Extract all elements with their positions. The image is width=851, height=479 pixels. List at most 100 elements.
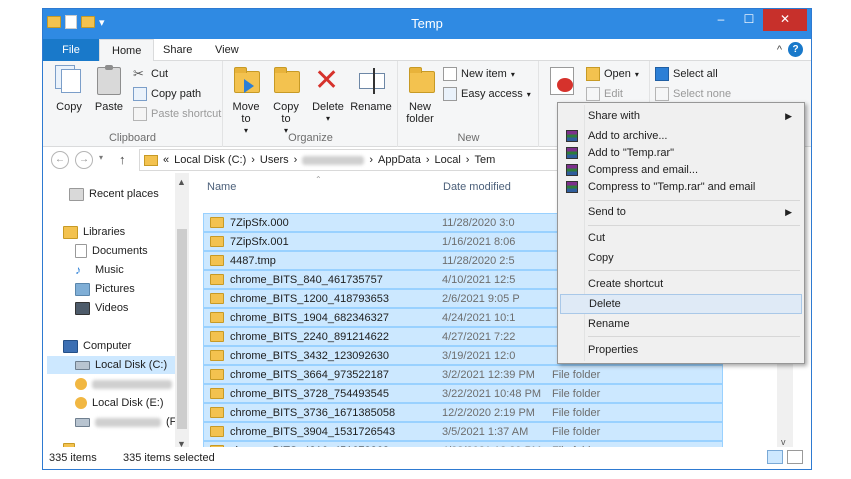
winrar-icon bbox=[566, 130, 578, 142]
new-item-icon bbox=[443, 67, 457, 81]
nav-item-network-drive-blurred[interactable] bbox=[75, 375, 172, 393]
rename-button[interactable]: Rename bbox=[350, 65, 392, 113]
menu-item-label: Send to bbox=[588, 206, 626, 218]
tab-home[interactable]: Home bbox=[99, 39, 155, 62]
copy-path-button[interactable]: Copy path bbox=[133, 87, 201, 101]
nav-item-local-disk-e[interactable]: Local Disk (E:) bbox=[75, 394, 164, 412]
libraries-icon bbox=[63, 225, 78, 239]
file-name: 7ZipSfx.000 bbox=[230, 216, 289, 229]
menu-item-send-to[interactable]: Send to ▶ bbox=[560, 202, 802, 222]
breadcrumb-local-disk[interactable]: Local Disk (C:) bbox=[174, 154, 246, 166]
tab-file[interactable]: File bbox=[43, 39, 99, 61]
menu-item-delete[interactable]: Delete bbox=[560, 294, 802, 314]
new-folder-button[interactable]: New folder bbox=[403, 65, 439, 125]
menu-item-label: Compress to "Temp.rar" and email bbox=[588, 181, 756, 193]
scroll-down-icon[interactable]: v bbox=[781, 437, 786, 447]
maximize-button[interactable]: ☐ bbox=[735, 9, 763, 31]
breadcrumb-separator[interactable]: › bbox=[466, 154, 470, 166]
navigation-pane: Recent places Libraries Documents ♪ Musi… bbox=[43, 173, 189, 449]
breadcrumb-appdata[interactable]: AppData bbox=[378, 154, 421, 166]
clipboard-group-label: Clipboard bbox=[108, 132, 157, 144]
copy-button[interactable]: Copy bbox=[51, 65, 87, 113]
nav-item-music[interactable]: ♪ Music bbox=[75, 261, 124, 279]
details-view-icon[interactable] bbox=[767, 450, 783, 464]
menu-item-compress-to-temp-rar-and-email[interactable]: Compress to "Temp.rar" and email bbox=[560, 177, 802, 197]
nav-pane-scrollbar[interactable]: ▲ ▼ bbox=[175, 173, 189, 449]
new-item-button[interactable]: New item ▾ bbox=[443, 67, 515, 81]
close-button[interactable]: ✕ bbox=[763, 9, 807, 31]
file-date-modified: 3/2/2021 12:39 PM bbox=[442, 368, 535, 381]
breadcrumb-separator[interactable]: › bbox=[369, 154, 373, 166]
paste-label: Paste bbox=[94, 101, 124, 113]
copy-to-button[interactable]: Copy to ▾ bbox=[268, 65, 304, 137]
tab-share[interactable]: Share bbox=[151, 39, 204, 61]
menu-item-rename[interactable]: Rename bbox=[560, 314, 802, 334]
breadcrumb-separator[interactable]: › bbox=[251, 154, 255, 166]
delete-dropdown-icon: ▾ bbox=[325, 114, 330, 123]
nav-scroll-thumb[interactable] bbox=[177, 229, 187, 429]
paste-button[interactable]: Paste bbox=[91, 65, 127, 113]
menu-separator bbox=[588, 225, 800, 226]
open-button[interactable]: Open ▾ bbox=[586, 67, 639, 81]
nav-item-recent-places[interactable]: Recent places bbox=[69, 185, 159, 203]
breadcrumb-username-blurred[interactable] bbox=[302, 155, 365, 165]
menu-item-cut[interactable]: Cut bbox=[560, 228, 802, 248]
select-all-button[interactable]: Select all bbox=[655, 67, 718, 81]
menu-item-label: Copy bbox=[588, 252, 614, 264]
tab-view[interactable]: View bbox=[203, 39, 251, 61]
scroll-up-icon[interactable]: ▲ bbox=[177, 177, 186, 187]
column-header-date-modified[interactable]: Date modified bbox=[443, 181, 511, 193]
copy-label: Copy bbox=[56, 101, 82, 113]
paste-shortcut-button[interactable]: Paste shortcut bbox=[133, 107, 221, 121]
breadcrumb-temp[interactable]: Tem bbox=[474, 154, 495, 166]
properties-button[interactable] bbox=[544, 65, 580, 101]
nav-item-local-disk-c[interactable]: Local Disk (C:) bbox=[47, 356, 175, 374]
recent-locations-dropdown-icon[interactable]: ▾ bbox=[99, 153, 103, 162]
column-header-name[interactable]: Name bbox=[207, 181, 236, 193]
menu-item-properties[interactable]: Properties bbox=[560, 340, 802, 360]
file-name: 4487.tmp bbox=[230, 254, 276, 267]
easy-access-button[interactable]: Easy access ▾ bbox=[443, 87, 531, 101]
nav-item-videos[interactable]: Videos bbox=[75, 299, 128, 317]
nav-item-libraries[interactable]: Libraries bbox=[63, 223, 125, 241]
minimize-ribbon-icon[interactable]: ^ bbox=[777, 44, 782, 56]
help-icon[interactable]: ? bbox=[788, 42, 803, 57]
breadcrumb-separator[interactable]: › bbox=[426, 154, 430, 166]
large-icons-view-icon[interactable] bbox=[787, 450, 803, 464]
folder-icon bbox=[210, 293, 224, 304]
select-none-button[interactable]: Select none bbox=[655, 87, 731, 101]
breadcrumb-users[interactable]: Users bbox=[260, 154, 289, 166]
rename-label: Rename bbox=[350, 101, 392, 113]
address-overflow-chevron[interactable]: « bbox=[163, 154, 169, 166]
forward-button[interactable]: → bbox=[75, 151, 93, 169]
nav-item-drive-f[interactable]: (F bbox=[75, 413, 176, 431]
move-to-button[interactable]: Move to ▾ bbox=[228, 65, 264, 137]
blurred-label bbox=[95, 417, 161, 427]
delete-button[interactable]: ✕ Delete ▾ bbox=[310, 65, 346, 125]
file-row[interactable]: chrome_BITS_3736_1671385058 12/2/2020 2:1… bbox=[203, 403, 723, 422]
edit-icon bbox=[586, 87, 600, 101]
open-dropdown-icon: ▾ bbox=[634, 69, 639, 79]
file-row[interactable]: chrome_BITS_3904_1531726543 3/5/2021 1:37… bbox=[203, 422, 723, 441]
nav-item-label: Local Disk (C:) bbox=[95, 359, 168, 371]
breadcrumb-local[interactable]: Local bbox=[434, 154, 460, 166]
file-row[interactable]: chrome_BITS_3728_754493545 3/22/2021 10:4… bbox=[203, 384, 723, 403]
submenu-arrow-icon: ▶ bbox=[785, 111, 792, 121]
ribbon-help: ^ ? bbox=[777, 42, 803, 57]
menu-item-copy[interactable]: Copy bbox=[560, 248, 802, 268]
breadcrumb-separator[interactable]: › bbox=[294, 154, 298, 166]
nav-item-computer[interactable]: Computer bbox=[63, 337, 131, 355]
menu-item-share-with[interactable]: Share with ▶ bbox=[560, 106, 802, 126]
select-all-icon bbox=[655, 67, 669, 81]
nav-item-documents[interactable]: Documents bbox=[75, 242, 148, 260]
up-button[interactable]: ↑ bbox=[119, 152, 126, 167]
file-row[interactable]: chrome_BITS_3664_973522187 3/2/2021 12:39… bbox=[203, 365, 723, 384]
nav-item-label: Videos bbox=[95, 302, 129, 314]
winrar-icon bbox=[566, 147, 578, 159]
menu-item-create-shortcut[interactable]: Create shortcut bbox=[560, 274, 802, 294]
cut-button[interactable]: ✂ Cut bbox=[133, 67, 168, 81]
edit-button[interactable]: Edit bbox=[586, 87, 623, 101]
nav-item-pictures[interactable]: Pictures bbox=[75, 280, 135, 298]
back-button[interactable]: ← bbox=[51, 151, 69, 169]
minimize-button[interactable]: – bbox=[707, 9, 735, 31]
